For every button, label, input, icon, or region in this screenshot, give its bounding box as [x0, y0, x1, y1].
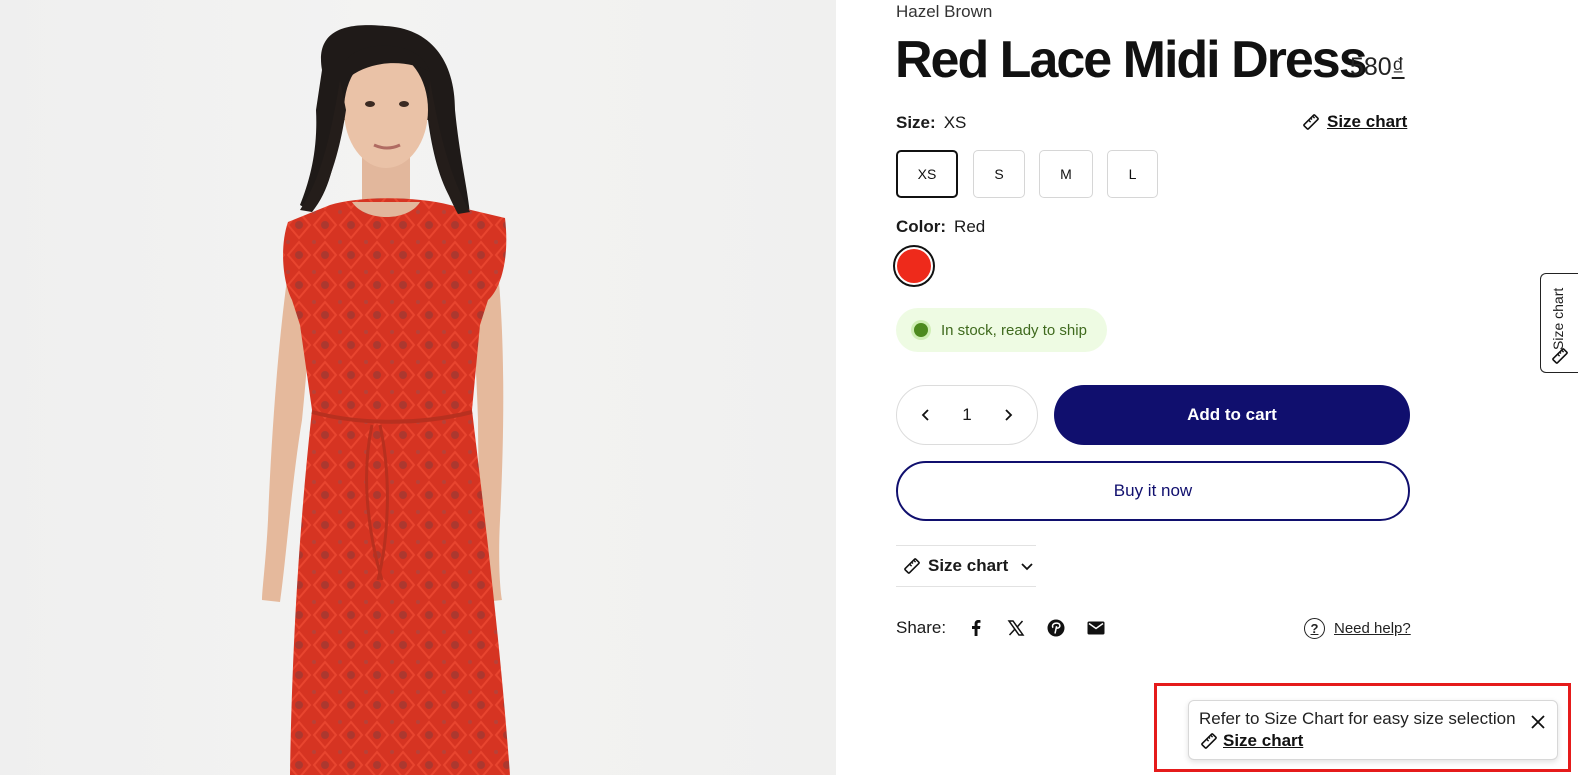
product-vendor: Hazel Brown — [896, 2, 993, 21]
quantity-value[interactable]: 1 — [962, 405, 971, 425]
share-label: Share: — [896, 618, 947, 637]
need-help-label: Need help? — [1334, 620, 1411, 637]
stock-status: In stock, ready to ship — [896, 308, 1107, 352]
add-to-cart-label: Add to cart — [1187, 405, 1277, 424]
ruler-icon — [1303, 114, 1319, 130]
x-twitter-icon[interactable] — [1006, 618, 1026, 638]
toast-message: Refer to Size Chart for easy size select… — [1199, 709, 1516, 728]
chevron-down-icon — [1021, 563, 1033, 571]
close-icon[interactable] — [1529, 713, 1547, 731]
size-label: Size: — [896, 113, 936, 132]
price-amount: 580 — [1350, 53, 1392, 81]
facebook-icon[interactable] — [966, 618, 986, 638]
decrease-quantity-button[interactable] — [919, 408, 933, 422]
size-chart-accordion[interactable]: Size chart — [896, 545, 1036, 587]
size-chart-link[interactable]: Size chart — [1301, 112, 1407, 132]
ruler-icon — [1552, 348, 1568, 364]
size-selected-value: XS — [943, 113, 967, 132]
ruler-icon — [1201, 733, 1217, 749]
need-help-link[interactable]: ? Need help? — [1304, 618, 1411, 639]
color-option-label: Color: Red — [896, 217, 985, 237]
size-options: XS S M L — [896, 150, 1158, 198]
product-page: Hazel Brown Red Lace Midi Dress 580₫ Siz… — [0, 0, 1579, 775]
size-chart-side-tab[interactable]: Size chart — [1540, 273, 1578, 373]
size-option-xs[interactable]: XS — [896, 150, 958, 198]
product-image[interactable] — [0, 0, 836, 775]
size-option-s[interactable]: S — [973, 150, 1025, 198]
color-swatch-red[interactable] — [893, 245, 935, 287]
buy-now-label: Buy it now — [1113, 481, 1193, 500]
size-option-l[interactable]: L — [1107, 150, 1158, 198]
email-icon[interactable] — [1086, 618, 1106, 638]
ruler-icon — [904, 558, 920, 574]
size-chart-toast: Refer to Size Chart for easy size select… — [1188, 700, 1558, 760]
size-option-label: M — [1060, 166, 1072, 182]
size-option-label: Size: XS — [896, 113, 966, 133]
stock-dot-icon — [914, 323, 928, 337]
color-label: Color: — [896, 217, 947, 236]
add-to-cart-button[interactable]: Add to cart — [1054, 385, 1410, 445]
quantity-stepper: 1 — [896, 385, 1038, 445]
pinterest-icon[interactable] — [1046, 618, 1066, 638]
stock-text: In stock, ready to ship — [941, 321, 1087, 339]
size-option-m[interactable]: M — [1039, 150, 1093, 198]
size-option-label: S — [994, 166, 1004, 182]
size-option-label: XS — [917, 166, 937, 182]
increase-quantity-button[interactable] — [1001, 408, 1015, 422]
size-option-label: L — [1128, 166, 1137, 182]
size-chart-link-label: Size chart — [1327, 112, 1408, 131]
toast-link-label: Size chart — [1223, 731, 1304, 750]
share-bar: Share: — [896, 618, 1106, 638]
color-selected-value: Red — [954, 217, 986, 236]
product-title: Red Lace Midi Dress — [895, 31, 1368, 89]
swatch-fill — [897, 249, 931, 283]
side-tab-label: Size chart — [1550, 287, 1566, 350]
dress-illustration — [262, 25, 510, 775]
accordion-label: Size chart — [928, 556, 1009, 575]
toast-size-chart-link[interactable]: Size chart — [1199, 731, 1547, 751]
price-currency: ₫ — [1391, 53, 1405, 81]
question-circle-icon: ? — [1304, 618, 1325, 639]
product-price: 580₫ — [1350, 53, 1405, 82]
buy-now-button[interactable]: Buy it now — [896, 461, 1410, 521]
